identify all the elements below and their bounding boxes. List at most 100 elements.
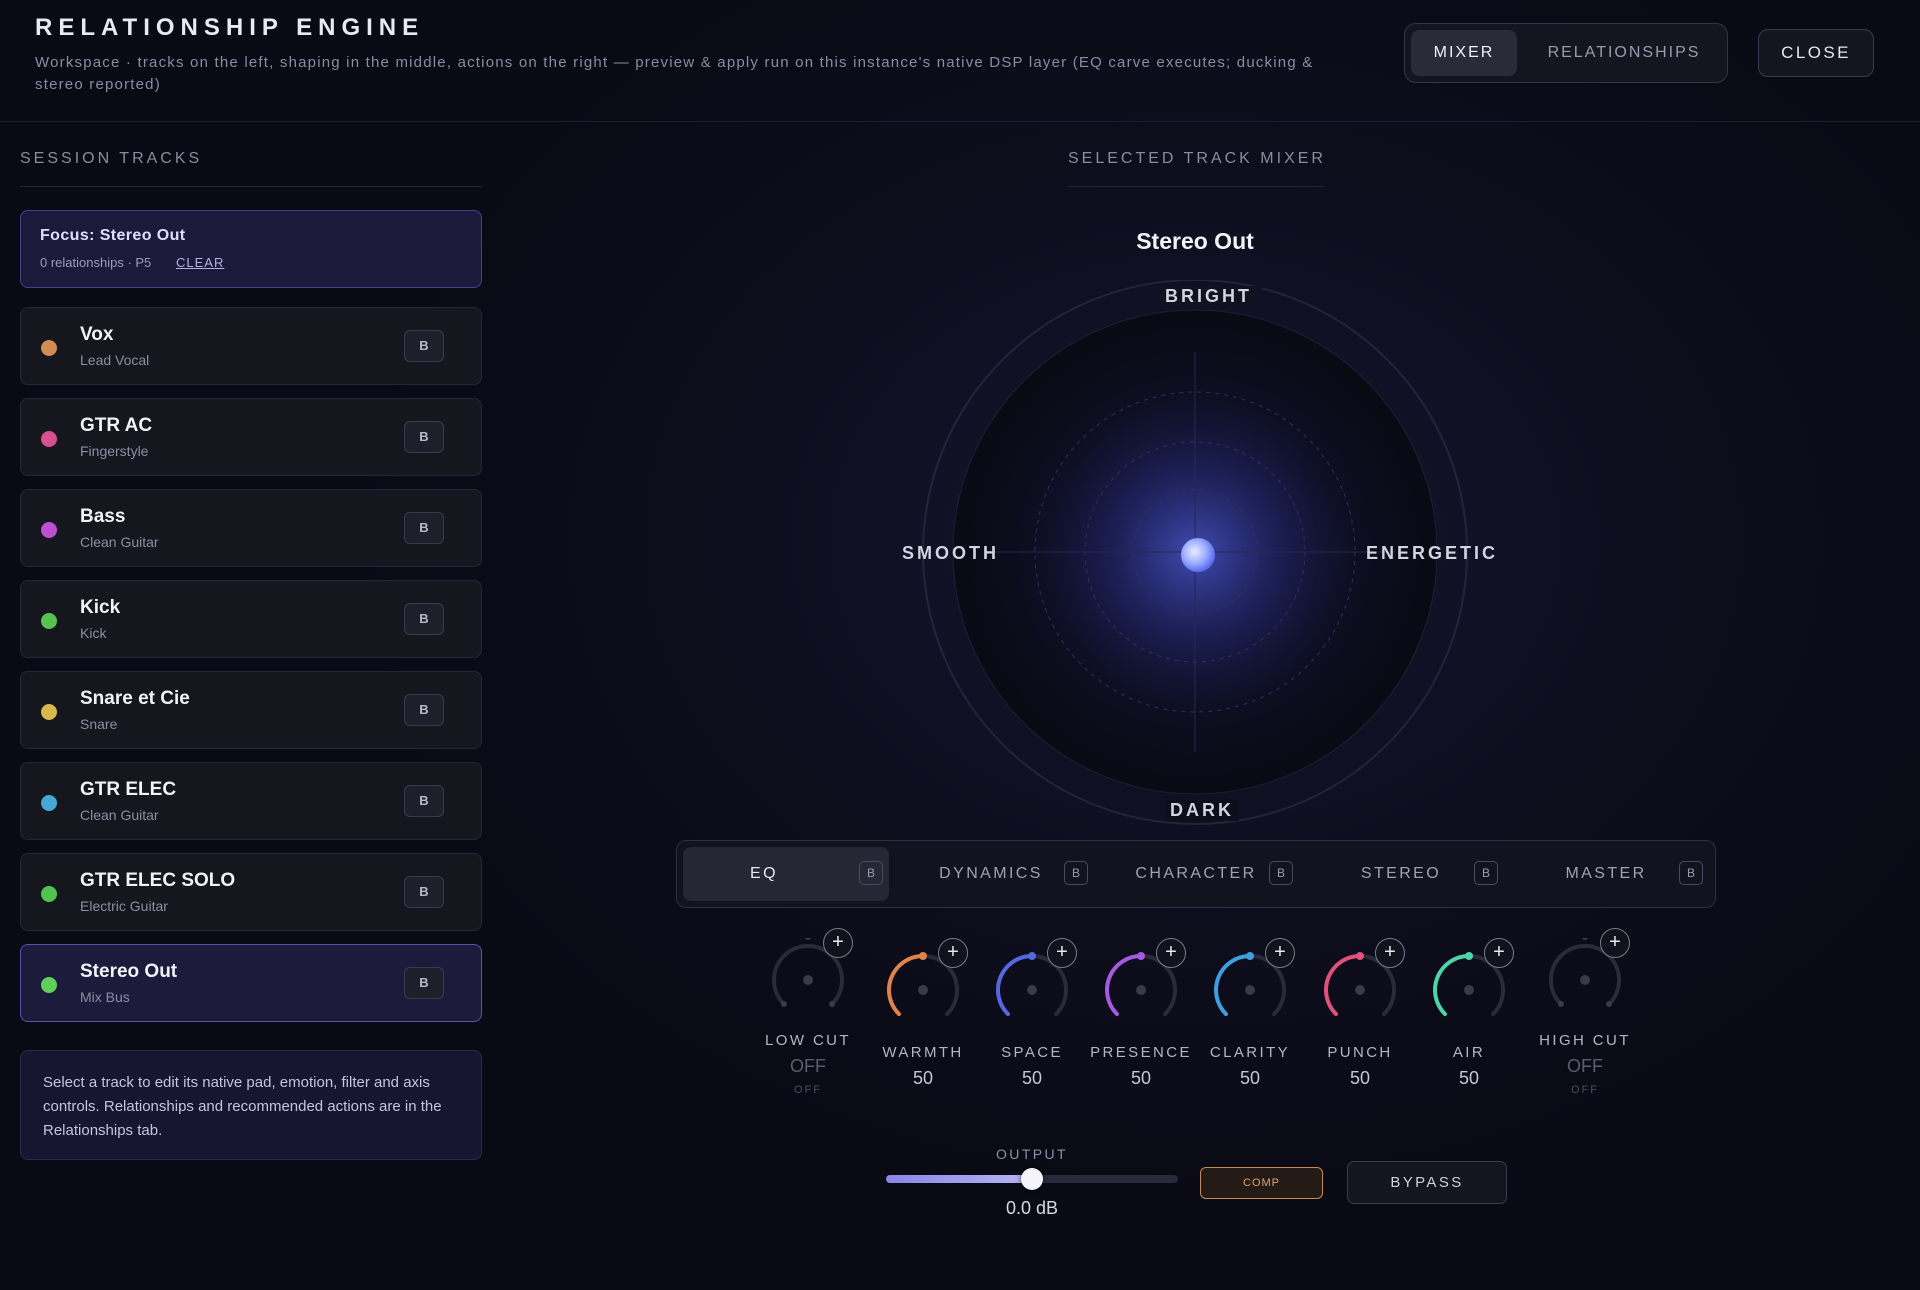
track-name: Kick	[80, 597, 121, 618]
track-bypass-button[interactable]: B	[404, 694, 444, 726]
knob-add-button[interactable]: +	[1484, 938, 1514, 968]
track-color-dot	[41, 431, 57, 447]
module-bypass-button[interactable]: B	[1474, 861, 1498, 885]
module-tab-eq[interactable]: EQ B	[683, 847, 889, 901]
module-tab-dynamics[interactable]: DYNAMICS B	[888, 847, 1094, 901]
track-subtitle: Fingerstyle	[80, 443, 149, 459]
knob-indicator	[1028, 952, 1036, 960]
bypass-button[interactable]: BYPASS	[1347, 1161, 1507, 1204]
focus-card: Focus: Stereo Out 0 relationships · P5 C…	[20, 210, 482, 288]
track-name: GTR AC	[80, 415, 153, 436]
module-tab-label: EQ	[750, 865, 778, 882]
knob-label: HIGH CUT	[1539, 1032, 1631, 1049]
module-tab-character[interactable]: CHARACTER B	[1093, 847, 1299, 901]
knob-center	[1580, 975, 1590, 985]
knob-add-button[interactable]: +	[1047, 938, 1077, 968]
track-subtitle: Kick	[80, 625, 107, 641]
knob-add-button[interactable]: +	[1375, 938, 1405, 968]
focus-title: Focus: Stereo Out	[40, 227, 186, 244]
knob-add-button[interactable]: +	[1265, 938, 1295, 968]
knob-add-button[interactable]: +	[1156, 938, 1186, 968]
comp-button[interactable]: COMP	[1200, 1167, 1323, 1199]
track-color-dot	[41, 522, 57, 538]
track-bypass-button[interactable]: B	[404, 421, 444, 453]
knob-add-button[interactable]: +	[938, 938, 968, 968]
knob-add-button[interactable]: +	[1600, 928, 1630, 958]
knob-center	[1136, 985, 1146, 995]
track-card[interactable]: GTR ELEC SOLO Electric Guitar B	[20, 853, 482, 931]
knob-end-marker	[1557, 1001, 1564, 1008]
knob-value-arc	[1214, 954, 1252, 1017]
selected-track-name: Stereo Out	[1136, 228, 1254, 254]
knob-indicator	[919, 952, 927, 960]
track-name: Bass	[80, 506, 126, 527]
track-bypass-button[interactable]: B	[404, 785, 444, 817]
knob-top-marker	[1582, 938, 1588, 940]
divider	[1068, 186, 1324, 187]
track-card[interactable]: Snare et Cie Snare B	[20, 671, 482, 749]
knob-air[interactable]: + AIR 50	[1414, 938, 1524, 1128]
knob-indicator	[1137, 952, 1145, 960]
session-tracks-title: SESSION TRACKS	[20, 150, 203, 167]
track-card[interactable]: Bass Clean Guitar B	[20, 489, 482, 567]
track-name: GTR ELEC SOLO	[80, 870, 236, 891]
output-slider-fill	[886, 1175, 1032, 1183]
knob-space[interactable]: + SPACE 50	[977, 938, 1087, 1128]
app-title: RELATIONSHIP ENGINE	[35, 14, 425, 41]
knob-end-marker	[780, 1001, 787, 1008]
track-color-dot	[41, 886, 57, 902]
app-subtitle: Workspace · tracks on the left, shaping …	[35, 54, 1314, 93]
output-slider-thumb[interactable]	[1021, 1168, 1043, 1190]
close-button[interactable]: CLOSE	[1758, 29, 1874, 77]
clear-focus-link[interactable]: CLEAR	[176, 255, 224, 270]
knob-low-cut[interactable]: + LOW CUT OFF OFF	[753, 928, 863, 1118]
tab-mixer[interactable]: MIXER	[1411, 30, 1517, 76]
track-card[interactable]: GTR AC Fingerstyle B	[20, 398, 482, 476]
track-card[interactable]: Stereo Out Mix Bus B	[20, 944, 482, 1022]
knob-value-arc	[996, 954, 1034, 1017]
track-card[interactable]: Vox Lead Vocal B	[20, 307, 482, 385]
knob-high-cut[interactable]: + HIGH CUT OFF OFF	[1530, 928, 1640, 1118]
track-name: Snare et Cie	[80, 688, 190, 709]
knob-value: OFF	[1567, 1056, 1603, 1076]
track-bypass-button[interactable]: B	[404, 512, 444, 544]
knob-indicator	[1465, 952, 1473, 960]
module-bypass-button[interactable]: B	[1679, 861, 1703, 885]
module-bypass-button[interactable]: B	[1064, 861, 1088, 885]
mode-switch: MIXER RELATIONSHIPS	[1404, 23, 1728, 83]
knob-warmth[interactable]: + WARMTH 50	[868, 938, 978, 1128]
knob-center	[1355, 985, 1365, 995]
axis-label-dark: DARK	[1165, 800, 1239, 821]
knob-end-marker	[1606, 1001, 1613, 1008]
knob-value-arc	[1324, 954, 1362, 1017]
module-tab-stereo[interactable]: STEREO B	[1298, 847, 1504, 901]
knob-add-button[interactable]: +	[823, 928, 853, 958]
module-bypass-button[interactable]: B	[859, 861, 883, 885]
knob-presence[interactable]: + PRESENCE 50	[1086, 938, 1196, 1128]
tab-relationships[interactable]: RELATIONSHIPS	[1527, 30, 1721, 76]
knob-indicator	[1246, 952, 1254, 960]
track-subtitle: Clean Guitar	[80, 807, 159, 823]
knob-indicator	[1356, 952, 1364, 960]
knob-value-arc	[1433, 954, 1471, 1017]
track-card[interactable]: GTR ELEC Clean Guitar B	[20, 762, 482, 840]
track-color-dot	[41, 613, 57, 629]
track-bypass-button[interactable]: B	[404, 330, 444, 362]
module-tabs: EQ B DYNAMICS B CHARACTER B STEREO B MASTER B	[676, 840, 1716, 908]
output-slider[interactable]	[886, 1168, 1178, 1190]
knob-center	[918, 985, 928, 995]
knob-punch[interactable]: + PUNCH 50	[1305, 938, 1415, 1128]
module-bypass-button[interactable]: B	[1269, 861, 1293, 885]
knob-clarity[interactable]: + CLARITY 50	[1195, 938, 1305, 1128]
knob-top-marker	[805, 938, 811, 940]
track-bypass-button[interactable]: B	[404, 603, 444, 635]
track-bypass-button[interactable]: B	[404, 876, 444, 908]
track-subtitle: Electric Guitar	[80, 898, 168, 914]
track-bypass-button[interactable]: B	[404, 967, 444, 999]
track-color-dot	[41, 977, 57, 993]
track-card[interactable]: Kick Kick B	[20, 580, 482, 658]
info-card: Select a track to edit its native pad, e…	[20, 1050, 482, 1160]
output-label: OUTPUT	[996, 1146, 1068, 1162]
divider	[20, 186, 482, 187]
module-tab-master[interactable]: MASTER B	[1503, 847, 1709, 901]
